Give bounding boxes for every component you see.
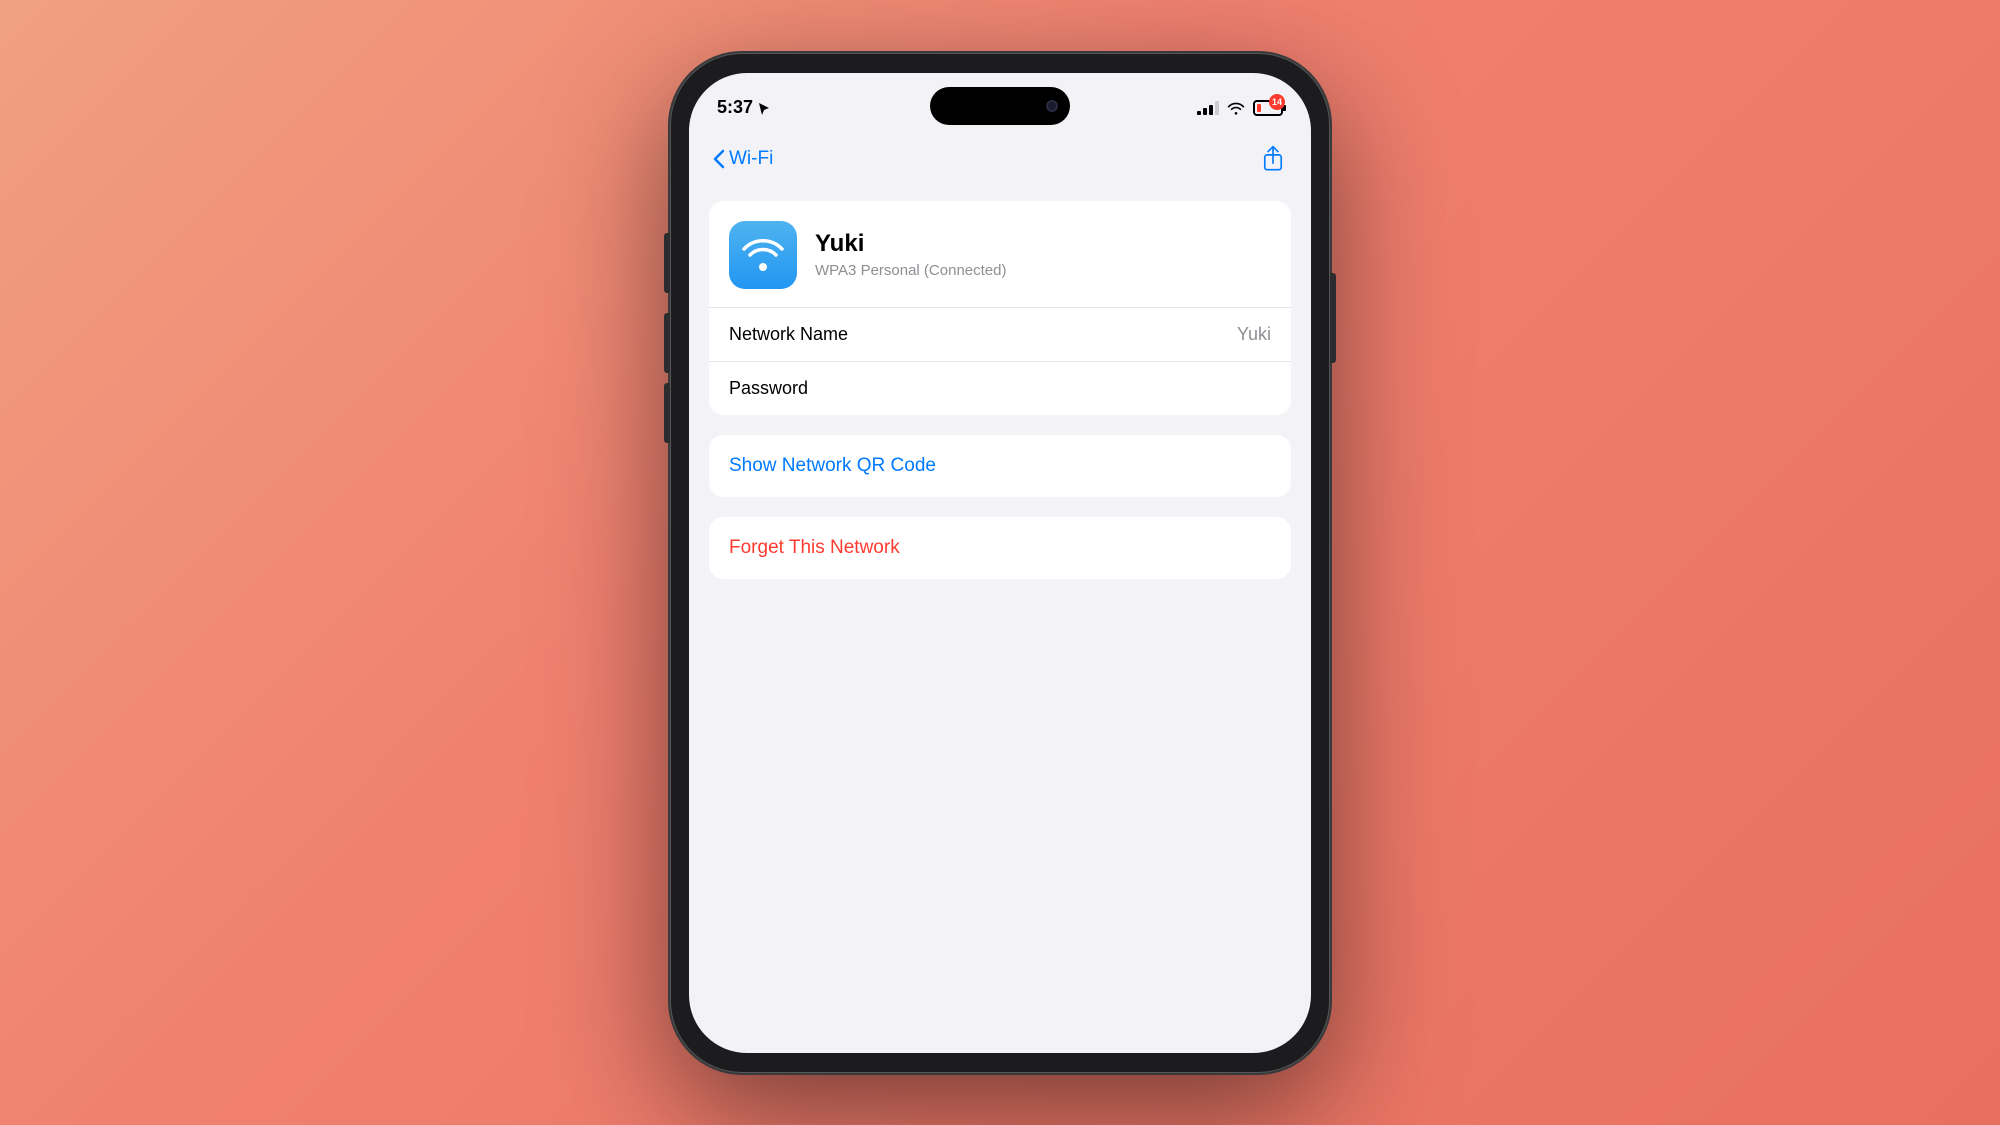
status-right-icons: 14 (1197, 100, 1283, 116)
show-qr-code-button[interactable]: Show Network QR Code (709, 435, 1291, 497)
back-chevron-icon (713, 149, 725, 169)
password-label: Password (729, 378, 808, 399)
wifi-badge-svg (740, 237, 786, 273)
status-time: 5:37 (717, 97, 771, 118)
network-name-heading: Yuki (815, 230, 1006, 258)
qr-code-label: Show Network QR Code (729, 455, 936, 476)
back-button[interactable]: Wi-Fi (713, 148, 773, 170)
time-display: 5:37 (717, 97, 753, 118)
wifi-badge-icon (729, 221, 797, 289)
forget-network-button[interactable]: Forget This Network (709, 517, 1291, 579)
signal-strength-icon (1197, 101, 1219, 115)
dynamic-island (930, 87, 1070, 125)
network-name-value: Yuki (1237, 324, 1271, 345)
wifi-status-icon (1227, 101, 1245, 115)
network-name-row[interactable]: Network Name Yuki (709, 308, 1291, 361)
password-row[interactable]: Password (709, 361, 1291, 415)
network-info-text: Yuki WPA3 Personal (Connected) (815, 230, 1006, 279)
network-info-card: Yuki WPA3 Personal (Connected) Network N… (709, 201, 1291, 415)
share-button[interactable] (1259, 145, 1287, 173)
main-content: Yuki WPA3 Personal (Connected) Network N… (689, 185, 1311, 1053)
network-security-status: WPA3 Personal (Connected) (815, 262, 1006, 279)
network-header: Yuki WPA3 Personal (Connected) (709, 201, 1291, 308)
battery-fill (1257, 104, 1261, 112)
battery-badge: 14 (1269, 94, 1285, 110)
location-icon (757, 101, 771, 115)
phone-screen: 5:37 (689, 73, 1311, 1053)
navigation-bar: Wi-Fi (689, 133, 1311, 185)
front-camera (1046, 100, 1058, 112)
network-name-label: Network Name (729, 324, 848, 345)
battery-indicator: 14 (1253, 100, 1283, 116)
back-label: Wi-Fi (729, 148, 773, 170)
phone-frame: 5:37 (670, 53, 1330, 1073)
forget-network-label: Forget This Network (729, 537, 900, 558)
